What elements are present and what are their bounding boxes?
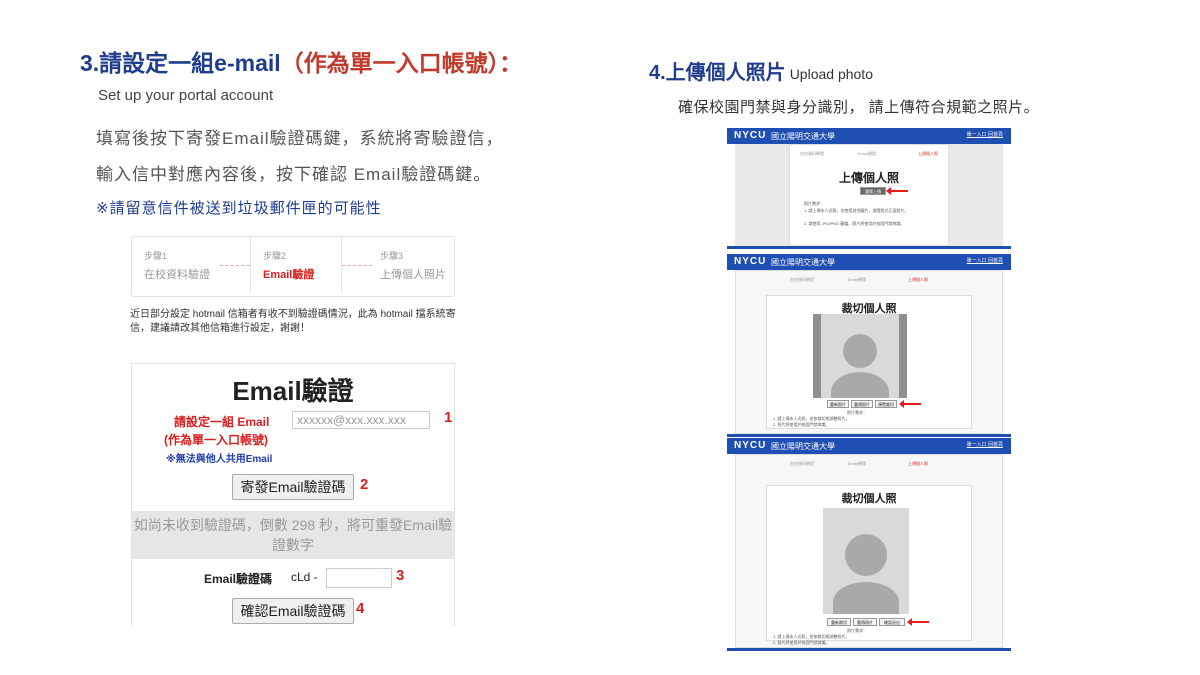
mini-step-2: Email驗證 [848,277,867,282]
mini-step-1: 在校資料驗證 [800,151,824,156]
email-verify-card: Email驗證 請設定一組 Email (作為單一入口帳號) ※無法與他人共用E… [131,363,455,626]
step-indicator: 步驟1 在校資料驗證 步驟2 Email驗證 步驟3 上傳個人照片 [131,236,455,297]
page-canvas: 在校資料驗證 Email驗證 上傳個人照 裁切個人照 重新照片 重傳照片 預覽裁… [735,270,1003,434]
code-label: Email驗證碼 [204,572,273,586]
nycu-header: NYCU 國立陽明交通大學 單一入口 回首頁 [727,438,1011,454]
heading-text: 4.上傳個人照片 [649,62,786,84]
mini-step-1: 在校資料驗證 [790,277,814,282]
header-links[interactable]: 單一入口 回首頁 [967,441,1003,448]
confirm-card: 裁切個人照 重新裁切 重傳照片 確認送出 照片需求： 1. 請上傳本人近照，並依… [766,485,972,645]
step-2: 步驟2 Email驗證 [250,237,342,294]
hint-line-2: 2. 請使用 JPG/PNG 圖檔，照片將使用於校園門禁辨識。 [804,221,905,226]
mini-step-2: Email驗證 [848,461,867,466]
avatar-head [845,534,887,576]
upload-title: 上傳個人照 [838,171,899,185]
header-links[interactable]: 單一入口 回首頁 [967,131,1003,138]
mini-step-3: 上傳個人照 [908,461,928,466]
confirm-title: 裁切個人照 [841,493,897,505]
confirm-code-button[interactable]: 確認Email驗證碼 [232,598,354,624]
marker-2: 2 [360,476,369,493]
confirm-submit-button[interactable]: 確認送出 [879,618,905,626]
heading-en: Upload photo [789,66,873,82]
marker-4: 4 [356,600,365,617]
arrow-icon [886,187,908,195]
preview-crop-button[interactable]: 預覽裁切 [875,400,897,408]
hint-line-1: 1. 請上傳本人近照，勿使用其他圖片，須證照式正面照片。 [804,208,909,213]
description-line-1: 填寫後按下寄發Email驗證碼鍵，系統將寄驗證信， [96,129,504,148]
heading-paren-text: （作為單一入口帳號）： [280,50,523,76]
header-links[interactable]: 單一入口 回首頁 [967,257,1003,264]
step-1: 步驟1 在校資料驗證 [132,237,222,294]
content-panel: 在校資料驗證 Email驗證 上傳個人照 裁切個人照 重新裁切 重傳照片 確認送… [735,454,1003,648]
spam-note: ※請留意信件被送到垃圾郵件匣的可能性 [96,200,382,217]
nycu-header: NYCU 國立陽明交通大學 單一入口 回首頁 [727,254,1011,270]
description-line-2: 輸入信中對應內容後，按下確認 Email驗證碼鍵。 [96,165,492,184]
code-prefix: cLd - [291,570,318,584]
step-1-label: 在校資料驗證 [144,269,210,281]
confirm-photo-screenshot: NYCU 國立陽明交通大學 單一入口 回首頁 在校資料驗證 Email驗證 上傳… [727,438,1011,651]
nycu-logo: NYCU [734,256,767,267]
university-name: 國立陽明交通大學 [771,132,835,141]
email-input[interactable]: xxxxxx@xxx.xxx.xxx [292,411,430,429]
mini-step-3: 上傳個人照 [918,151,938,156]
crop-frame[interactable] [813,314,907,398]
step-2-label: Email驗證 [263,269,315,281]
subtitle-en: Set up your portal account [98,87,274,104]
heading-text: 3.請設定一組e-mail [80,50,281,76]
marker-1: 1 [444,409,453,426]
step-1-number: 步驟1 [144,251,168,261]
recrop-button[interactable]: 重新裁切 [827,618,851,626]
mini-step-indicator: 在校資料驗證 Email驗證 上傳個人照 [786,275,952,289]
step-3-label: 上傳個人照片 [380,269,446,281]
avatar-head [843,334,877,368]
content-panel: 在校資料驗證 Email驗證 上傳個人照 上傳個人照 選擇上傳 照片需求： 1.… [789,144,949,246]
email-label: 請設定一組 Email [174,415,270,429]
step-3: 步驟3 上傳個人照片 [368,237,458,294]
arrow-icon [899,400,921,408]
step-3-number: 步驟3 [380,251,404,261]
crop-photo-screenshot: NYCU 國立陽明交通大學 單一入口 回首頁 在校資料驗證 Email驗證 上傳… [727,254,1011,437]
hint-line-2: 2. 照片將使用於校園門禁辨識。 [773,422,830,427]
mini-step-1: 在校資料驗證 [790,461,814,466]
nycu-logo: NYCU [734,440,767,451]
hint-line-2: 2. 照片將使用於校園門禁辨識。 [773,640,830,645]
email-label-sub: (作為單一入口帳號) [164,433,268,447]
university-name: 國立陽明交通大學 [771,258,835,267]
page-canvas: 在校資料驗證 Email驗證 上傳個人照 裁切個人照 重新裁切 重傳照片 確認送… [735,454,1003,648]
nycu-logo: NYCU [734,130,767,141]
page-canvas: 在校資料驗證 Email驗證 上傳個人照 上傳個人照 選擇上傳 照片需求： 1.… [735,144,1003,246]
marker-3: 3 [396,567,405,584]
arrow-icon [907,618,929,626]
nycu-header: NYCU 國立陽明交通大學 單一入口 回首頁 [727,128,1011,144]
reupload-photo-button[interactable]: 重傳照片 [853,618,877,626]
section-3-heading: 3.請設定一組e-mail（作為單一入口帳號）： [80,44,522,78]
card-title: Email驗證 [232,376,354,406]
photo-description: 確保校園門禁與身分識別， 請上傳符合規範之照片。 [678,99,1040,116]
mini-step-indicator: 在校資料驗證 Email驗證 上傳個人照 [796,149,942,163]
send-code-button[interactable]: 寄發Email驗證碼 [232,474,354,500]
reselect-photo-button[interactable]: 重新照片 [827,400,849,408]
hotmail-notice: 近日部分設定 hotmail 信箱者有收不到驗證碼情況，此為 hotmail 擋… [130,309,456,334]
email-unique-note: ※無法與他人共用Email [166,454,273,465]
avatar-body [833,582,899,614]
mini-step-3: 上傳個人照 [908,277,928,282]
upload-photo-screenshot: NYCU 國立陽明交通大學 單一入口 回首頁 在校資料驗證 Email驗證 上傳… [727,128,1011,249]
hint-title: 照片需求： [804,201,824,206]
resend-countdown: 如尚未收到驗證碼，倒數 298 秒，將可重發Email驗證數字 [132,511,454,559]
code-input[interactable] [326,568,392,588]
university-name: 國立陽明交通大學 [771,442,835,451]
mini-step-2: Email驗證 [858,151,877,156]
content-panel: 在校資料驗證 Email驗證 上傳個人照 裁切個人照 重新照片 重傳照片 預覽裁… [735,270,1003,434]
cropped-photo [823,508,909,614]
step-connector [220,265,250,266]
crop-card: 裁切個人照 重新照片 重傳照片 預覽裁切 照片需求： 1. 請上傳本人近照，並依… [766,295,972,429]
reupload-photo-button[interactable]: 重傳照片 [851,400,873,408]
step-2-number: 步驟2 [263,251,287,261]
section-4-heading: 4.上傳個人照片 Upload photo [649,56,873,85]
mini-step-indicator: 在校資料驗證 Email驗證 上傳個人照 [786,459,952,473]
choose-upload-button[interactable]: 選擇上傳 [860,187,886,195]
